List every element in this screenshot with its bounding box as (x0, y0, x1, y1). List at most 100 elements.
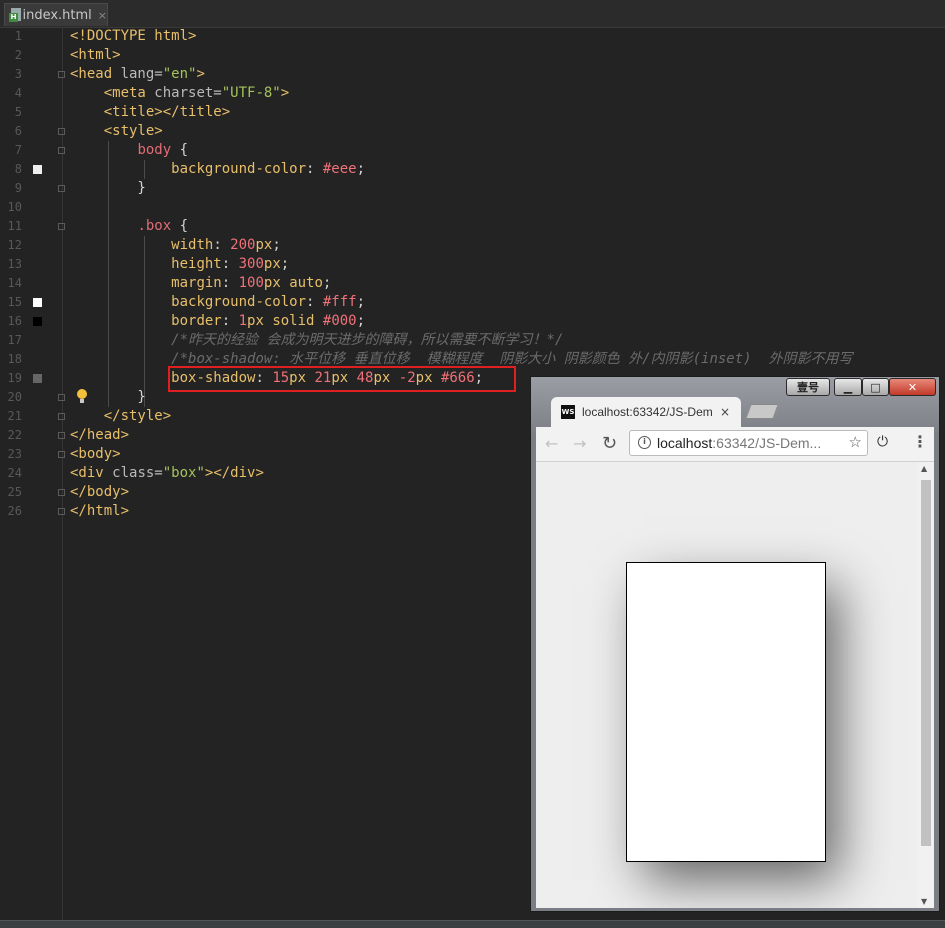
info-icon[interactable]: i (638, 436, 651, 449)
scroll-up-icon[interactable]: ▲ (921, 464, 927, 473)
vertical-scrollbar[interactable]: ▲ ▼ (918, 462, 934, 908)
tab-index-html[interactable]: index.html × (4, 3, 108, 26)
code-text: height: 300px; (70, 255, 289, 274)
code-line[interactable]: 16 border: 1px solid #000; (0, 312, 945, 331)
code-line[interactable]: 14 margin: 100px auto; (0, 274, 945, 293)
line-number: 5 (14, 105, 22, 119)
fold-marker-icon[interactable] (58, 413, 65, 420)
fold-marker-icon[interactable] (58, 394, 65, 401)
line-number: 7 (14, 143, 22, 157)
code-line[interactable]: 13 height: 300px; (0, 255, 945, 274)
maximize-button[interactable]: □ (862, 378, 889, 396)
code-token: { (179, 142, 189, 158)
fold-marker-icon[interactable] (58, 508, 65, 515)
line-number: 22 (7, 428, 22, 442)
code-token: px (263, 256, 281, 272)
reload-icon[interactable]: ↻ (602, 434, 617, 454)
color-swatch-icon[interactable] (33, 317, 42, 326)
fold-marker-icon[interactable] (58, 451, 65, 458)
color-swatch-icon[interactable] (33, 298, 42, 307)
bookmark-star-icon[interactable]: ☆ (849, 433, 862, 451)
code-token: width (171, 237, 214, 253)
power-extension-icon[interactable]: ⏻ (877, 434, 888, 450)
new-tab-button[interactable] (745, 404, 779, 419)
code-token: : (221, 313, 239, 329)
code-line[interactable]: 6 <style> (0, 122, 945, 141)
code-token: 1 (238, 313, 248, 329)
code-line[interactable]: 11 .box { (0, 217, 945, 236)
line-number: 23 (7, 447, 22, 461)
code-token: } (70, 389, 146, 405)
fold-marker-icon[interactable] (58, 71, 65, 78)
fold-marker-icon[interactable] (58, 185, 65, 192)
fold-marker-icon[interactable] (58, 432, 65, 439)
code-token: height (171, 256, 222, 272)
html-file-icon (9, 8, 22, 22)
code-line[interactable]: 7 body { (0, 141, 945, 160)
close-window-button[interactable]: ✕ (889, 378, 936, 396)
tab-close-icon[interactable]: × (98, 9, 107, 22)
code-token: charset= (154, 85, 222, 101)
fold-marker-icon[interactable] (58, 223, 65, 230)
code-line[interactable]: 10 (0, 198, 945, 217)
line-number: 19 (7, 371, 22, 385)
code-token: ; (356, 294, 366, 310)
code-text: <meta charset="UTF-8"> (70, 84, 289, 103)
code-token: "box" (162, 465, 205, 481)
browser-tab-close-icon[interactable]: × (720, 405, 730, 419)
code-token: { (179, 218, 189, 234)
code-token: </html> (70, 503, 130, 519)
code-line[interactable]: 5 <title></title> (0, 103, 945, 122)
code-token: "UTF-8" (221, 85, 281, 101)
minimize-button[interactable]: ▁ (834, 378, 862, 396)
fold-marker-icon[interactable] (58, 489, 65, 496)
code-text: </style> (70, 407, 171, 426)
menu-icon[interactable]: ⋮ (912, 432, 928, 451)
code-line[interactable]: 17 /*昨天的经验 会成为明天进步的障碍，所以需要不断学习！*/ (0, 331, 945, 350)
code-line[interactable]: 9 } (0, 179, 945, 198)
scroll-thumb[interactable] (921, 480, 931, 846)
fold-marker-icon[interactable] (58, 147, 65, 154)
code-token: body (137, 142, 180, 158)
code-token: : (221, 256, 239, 272)
code-line[interactable]: 12 width: 200px; (0, 236, 945, 255)
code-token: <html> (70, 47, 121, 63)
scroll-down-icon[interactable]: ▼ (921, 897, 927, 906)
address-bar[interactable]: i localhost:63342/JS-Dem... ☆ (629, 430, 868, 456)
code-token: > (280, 85, 290, 101)
browser-tab-title: localhost:63342/JS-Dem (582, 405, 713, 419)
code-token: ></div> (204, 465, 264, 481)
back-arrow-icon[interactable]: ← (545, 434, 558, 454)
user-profile-button[interactable]: 壹号 (786, 378, 830, 396)
code-text: <body> (70, 445, 121, 464)
code-text: <!DOCTYPE html> (70, 27, 196, 46)
browser-tab[interactable]: WS localhost:63342/JS-Dem × (551, 397, 741, 427)
line-number: 24 (7, 466, 22, 480)
code-line[interactable]: 15 background-color: #fff; (0, 293, 945, 312)
fold-marker-icon[interactable] (58, 128, 65, 135)
code-text: </body> (70, 483, 129, 502)
code-line[interactable]: 2 <html> (0, 46, 945, 65)
code-line[interactable]: 1 <!DOCTYPE html> (0, 27, 945, 46)
forward-arrow-icon[interactable]: → (573, 434, 586, 454)
code-token: margin (171, 275, 222, 291)
code-token: <meta (103, 85, 155, 101)
editor-tab-bar: index.html × (0, 0, 945, 28)
code-line[interactable]: 4 <meta charset="UTF-8"> (0, 84, 945, 103)
code-line[interactable]: 3 <head lang="en"> (0, 65, 945, 84)
color-swatch-icon[interactable] (33, 165, 42, 174)
code-line[interactable]: 8 background-color: #eee; (0, 160, 945, 179)
code-token: <head (70, 66, 121, 82)
color-swatch-icon[interactable] (33, 374, 42, 383)
line-number: 26 (7, 504, 22, 518)
line-number: 8 (14, 162, 22, 176)
